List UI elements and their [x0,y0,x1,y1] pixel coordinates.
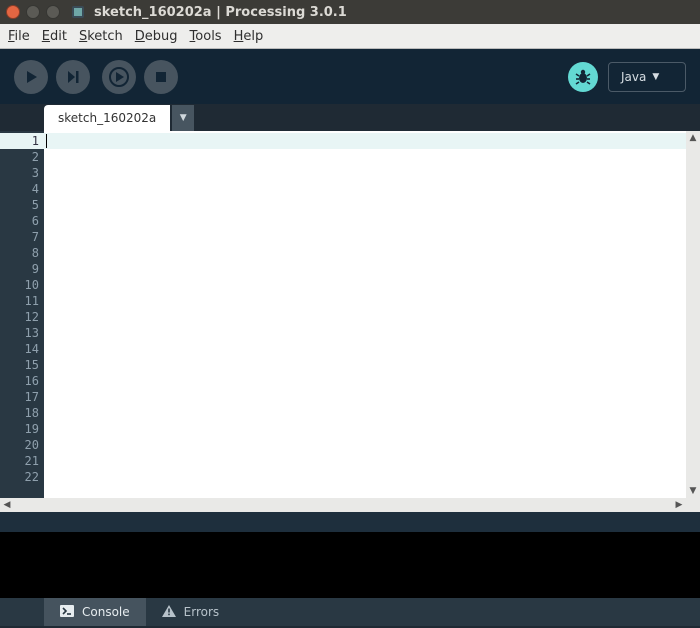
mode-selector[interactable]: Java ▼ [608,62,686,92]
tab-menu-button[interactable]: ▼ [172,105,194,131]
line-gutter: 12345678910111213141516171819202122 [0,131,44,498]
bottom-tab-console[interactable]: Console [44,598,146,626]
scroll-track-horizontal[interactable] [14,498,672,512]
line-number: 3 [0,165,44,181]
debug-toggle-icon[interactable] [568,62,598,92]
window-title: sketch_160202a | Processing 3.0.1 [94,5,347,20]
console-icon [60,605,74,620]
vertical-scrollbar[interactable]: ▲ ▼ [686,131,700,498]
tab-active-label: sketch_160202a [58,111,156,125]
line-number: 2 [0,149,44,165]
menu-tools[interactable]: Tools [190,29,222,44]
line-number: 4 [0,181,44,197]
scroll-up-icon[interactable]: ▲ [686,131,700,145]
step-button[interactable] [56,60,90,94]
menu-sketch[interactable]: Sketch [79,29,123,44]
toolbar: Java ▼ [0,49,700,104]
warning-icon [162,605,176,620]
line-number: 16 [0,373,44,389]
active-line-highlight [44,133,686,149]
line-number: 7 [0,229,44,245]
console-output[interactable] [0,532,700,598]
minimize-window-button[interactable] [26,5,40,19]
mode-selector-label: Java [621,70,646,84]
line-number: 10 [0,277,44,293]
bottom-tab-errors-label: Errors [184,605,220,619]
menu-debug[interactable]: Debug [135,29,178,44]
line-number: 11 [0,293,44,309]
line-number: 13 [0,325,44,341]
menu-help[interactable]: Help [234,29,264,44]
line-number: 9 [0,261,44,277]
line-number: 12 [0,309,44,325]
line-number: 21 [0,453,44,469]
scroll-right-icon[interactable]: ▶ [672,498,686,512]
close-window-button[interactable] [6,5,20,19]
text-caret [46,134,47,148]
menu-file[interactable]: File [8,29,30,44]
chevron-down-icon: ▼ [652,72,659,82]
scroll-left-icon[interactable]: ◀ [0,498,14,512]
bottom-tab-errors[interactable]: Errors [146,598,236,626]
line-number: 8 [0,245,44,261]
line-number: 5 [0,197,44,213]
pane-divider[interactable] [0,512,700,532]
line-number: 15 [0,357,44,373]
tab-active[interactable]: sketch_160202a [44,105,170,131]
line-number: 6 [0,213,44,229]
scroll-down-icon[interactable]: ▼ [686,484,700,498]
line-number: 14 [0,341,44,357]
editor-area: 12345678910111213141516171819202122 ▲ ▼ [0,131,700,498]
scroll-corner [686,498,700,512]
code-editor[interactable] [44,131,686,498]
menu-edit[interactable]: Edit [42,29,67,44]
line-number: 1 [0,133,44,149]
line-number: 19 [0,421,44,437]
app-icon [70,4,86,20]
bottom-tab-console-label: Console [82,605,130,619]
run-button[interactable] [14,60,48,94]
titlebar: sketch_160202a | Processing 3.0.1 [0,0,700,24]
line-number: 18 [0,405,44,421]
horizontal-scrollbar[interactable]: ◀ ▶ [0,498,700,512]
line-number: 20 [0,437,44,453]
line-number: 17 [0,389,44,405]
bottom-tab-bar: Console Errors [0,598,700,626]
present-button[interactable] [102,60,136,94]
stop-button[interactable] [144,60,178,94]
maximize-window-button[interactable] [46,5,60,19]
tab-strip: sketch_160202a ▼ [0,104,700,131]
line-number: 22 [0,469,44,485]
menubar: File Edit Sketch Debug Tools Help [0,24,700,49]
